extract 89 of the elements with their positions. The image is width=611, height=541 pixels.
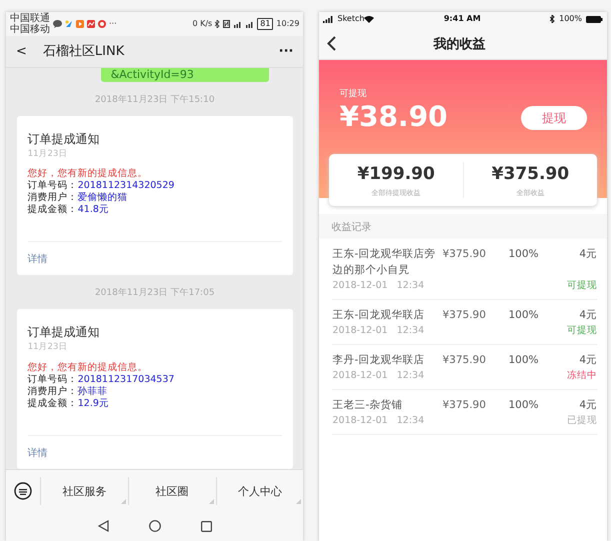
back-button[interactable]: < — [16, 42, 27, 62]
back-icon[interactable] — [327, 36, 336, 51]
record-percent: 100% — [508, 247, 540, 262]
balance-label: 可提现 — [339, 88, 368, 101]
field-label: 订单号码： — [28, 374, 78, 386]
record-amount: ¥375.90 — [442, 398, 487, 413]
app-icon — [65, 20, 73, 28]
greeting-text: 您好，您有新的提成信息。 — [28, 362, 149, 374]
home-icon[interactable] — [148, 520, 161, 532]
record-reward: 4元 — [579, 352, 597, 368]
signal-icon — [323, 16, 334, 22]
field-value: 41.8元 — [78, 204, 109, 216]
corner-icon — [208, 498, 214, 504]
signal-icon — [245, 20, 254, 28]
card-title: 订单提成通知 — [28, 324, 101, 341]
corner-icon — [296, 498, 302, 504]
record-name: 王东-回龙观华联店旁边的那个小自旯 — [332, 247, 436, 278]
battery-indicator: 81 — [257, 18, 274, 30]
bluetooth-icon — [215, 20, 220, 28]
message-bubble: &ActivityId=93 — [100, 68, 269, 82]
record-time: 2018-12-01 12:34 — [332, 368, 426, 382]
summary-amount: ¥199.90 — [356, 163, 436, 186]
record-percent: 100% — [508, 308, 540, 323]
field-label: 提成金额： — [28, 204, 78, 216]
nfc-icon — [223, 20, 230, 28]
message-time: 2018年11月23日 下午17:05 — [94, 287, 215, 300]
field-value: 2018112317034537 — [78, 374, 174, 386]
greeting-text: 您好，您有新的提成信息。 — [28, 168, 149, 180]
record-name: 王东-回龙观华联店 — [332, 308, 426, 323]
record-amount: ¥375.90 — [442, 352, 487, 368]
page-title: 我的收益 — [434, 36, 486, 52]
app-icon — [98, 20, 106, 28]
record-amount: ¥375.90 — [442, 308, 487, 323]
app-icon — [87, 20, 95, 28]
message-time: 2018年11月23日 下午15:10 — [94, 94, 215, 107]
card-title: 订单提成通知 — [28, 130, 101, 148]
field-value: 孙菲菲 — [78, 386, 108, 398]
menu-tab[interactable]: 社区圈 — [128, 476, 216, 504]
card-date: 11月23日 — [28, 148, 68, 160]
battery-percent: 100% — [559, 13, 582, 25]
wifi-icon — [364, 15, 374, 23]
status-text: 已提现 — [567, 414, 597, 428]
field-label: 消费用户： — [28, 386, 78, 398]
back-icon[interactable] — [98, 520, 109, 532]
status-text: 可提现 — [567, 278, 597, 292]
field-value: 2018112314320529 — [78, 180, 174, 192]
status-text: 可提现 — [567, 324, 597, 338]
record-name: 王老三-杂货铺 — [332, 398, 404, 413]
field-label: 提成金额： — [28, 398, 78, 410]
record-reward: 4元 — [579, 308, 597, 323]
clock: 10:29 — [276, 18, 300, 30]
chat-icon — [53, 20, 62, 28]
carrier-name: 中国联通 — [10, 13, 50, 24]
keyboard-icon[interactable] — [14, 482, 32, 500]
field-value: 12.9元 — [78, 398, 109, 410]
clock: 9:41 AM — [444, 14, 481, 23]
record-name: 李丹-回龙观华联店 — [332, 352, 426, 368]
record-reward: 4元 — [579, 247, 597, 262]
carrier-name: Sketch — [337, 13, 364, 25]
record-amount: ¥375.90 — [442, 247, 487, 262]
chat-title: 石榴社区LINK — [42, 42, 124, 61]
battery-icon — [586, 16, 603, 22]
signal-icon — [233, 20, 242, 28]
card-date: 11月23日 — [28, 340, 68, 354]
record-time: 2018-12-01 12:34 — [332, 278, 426, 292]
summary-amount: ¥375.90 — [490, 163, 570, 186]
section-title: 收益记录 — [331, 222, 372, 233]
field-label: 消费用户： — [28, 192, 78, 204]
details-link[interactable]: 详情 — [28, 241, 282, 268]
record-reward: 4元 — [579, 398, 597, 413]
balance-amount: ¥38.90 — [339, 102, 448, 132]
record-percent: 100% — [508, 398, 540, 413]
network-speed: 0 K/s — [192, 18, 212, 30]
bluetooth-icon — [550, 15, 556, 23]
record-time: 2018-12-01 12:34 — [332, 414, 426, 428]
record-time: 2018-12-01 12:34 — [332, 324, 426, 338]
field-label: 订单号码： — [28, 180, 78, 192]
corner-icon — [120, 498, 126, 504]
record-percent: 100% — [508, 352, 540, 368]
field-value: 爱偷懒的猫 — [78, 192, 128, 204]
recents-icon[interactable] — [200, 520, 212, 532]
status-text: 冻结中 — [567, 368, 597, 382]
details-link[interactable]: 详情 — [28, 434, 282, 460]
more-indicator: ··· — [109, 18, 117, 30]
app-icon — [76, 20, 84, 28]
carrier-name: 中国移动 — [10, 24, 50, 35]
more-button[interactable]: ··· — [278, 42, 294, 62]
menu-tab[interactable]: 社区服务 — [40, 476, 128, 504]
menu-tab[interactable]: 个人中心 — [216, 476, 304, 504]
